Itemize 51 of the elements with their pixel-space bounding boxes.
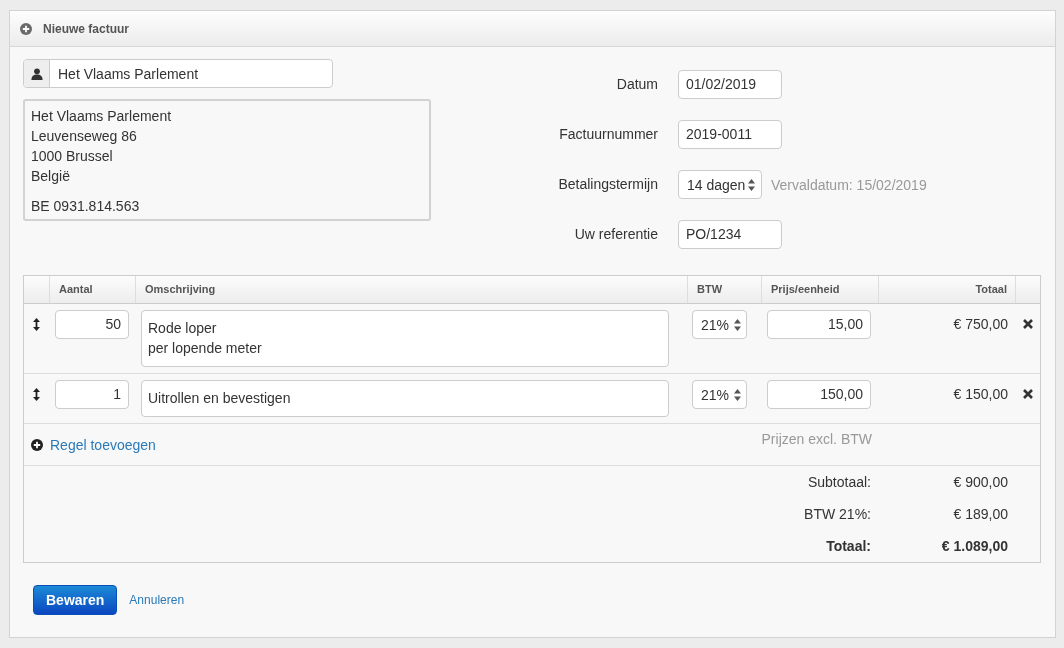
up-down-arrow-icon[interactable] xyxy=(33,388,40,401)
input-field[interactable]: PO/1234 xyxy=(678,220,782,249)
plus-circle-icon xyxy=(20,22,32,35)
prices-note: Prijzen excl. BTW xyxy=(761,431,872,447)
quantity-field[interactable]: 1 xyxy=(55,380,129,409)
total-label: Subtotaal: xyxy=(807,474,871,490)
quantity-field[interactable]: 50 xyxy=(55,310,129,339)
total-value: € 900,00 xyxy=(953,474,1008,490)
line-total: € 750,00 xyxy=(953,315,1008,334)
panel-title: Nieuwe factuur xyxy=(43,21,129,36)
customer-field[interactable]: Het Vlaams Parlement xyxy=(23,59,333,88)
user-icon xyxy=(30,67,43,80)
unit-price-field[interactable]: 150,00 xyxy=(767,380,871,409)
total-value: € 189,00 xyxy=(953,506,1008,522)
save-button[interactable]: Bewaren xyxy=(33,585,118,615)
address-line: 1000 Brussel xyxy=(31,148,113,164)
plus-circle-icon[interactable] xyxy=(31,438,43,451)
field-label: Datum xyxy=(616,76,658,92)
column-header: Prijs/eenheid xyxy=(761,276,878,303)
close-icon[interactable] xyxy=(1022,389,1033,399)
column-header: Aantal xyxy=(49,276,135,303)
address-line: Leuvenseweg 86 xyxy=(31,128,137,144)
description-field[interactable]: Rode loper per lopende meter xyxy=(141,310,669,367)
line-total: € 150,00 xyxy=(953,385,1008,404)
address-line: België xyxy=(31,168,70,184)
up-down-caret-icon xyxy=(734,318,741,331)
total-label: BTW 21%: xyxy=(804,506,871,522)
input-field[interactable]: 2019-0011 xyxy=(678,120,782,149)
column-header: BTW xyxy=(687,276,761,303)
input-field[interactable]: 01/02/2019 xyxy=(678,70,782,99)
column-header: Omschrijving xyxy=(135,276,687,303)
description-field[interactable]: Uitrollen en bevestigen xyxy=(141,380,669,417)
address-line: Het Vlaams Parlement xyxy=(31,108,172,124)
column-header: Totaal xyxy=(878,276,1015,303)
vat-number: BE 0931.814.563 xyxy=(31,198,140,214)
up-down-arrow-icon[interactable] xyxy=(33,318,40,331)
due-date-text: Vervaldatum: 15/02/2019 xyxy=(771,176,927,193)
field-label: Betalingstermijn xyxy=(558,176,658,192)
add-line-link[interactable]: Regel toevoegen xyxy=(50,436,156,453)
up-down-caret-icon xyxy=(734,388,741,401)
dropdown-field[interactable]: 14 dagen xyxy=(678,170,762,199)
total-label: Totaal: xyxy=(826,538,871,554)
vat-dropdown[interactable]: 21% xyxy=(692,380,747,409)
field-label: Uw referentie xyxy=(574,226,658,242)
vat-dropdown[interactable]: 21% xyxy=(692,310,747,339)
up-down-caret-icon xyxy=(748,178,755,191)
total-value: € 1.089,00 xyxy=(941,538,1008,554)
cancel-link[interactable]: Annuleren xyxy=(129,593,185,607)
field-label: Factuurnummer xyxy=(559,126,658,142)
close-icon[interactable] xyxy=(1022,319,1033,329)
unit-price-field[interactable]: 15,00 xyxy=(767,310,871,339)
